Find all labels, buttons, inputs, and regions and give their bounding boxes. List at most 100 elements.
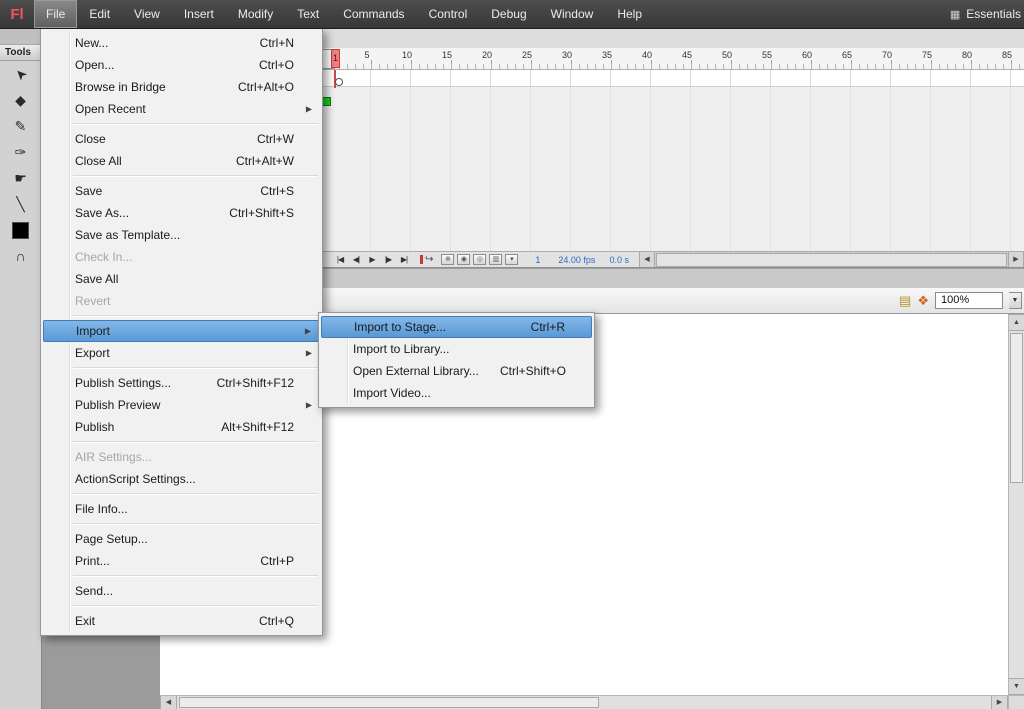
menu-item-label: Publish Preview (75, 398, 161, 412)
menubar-item-commands[interactable]: Commands (331, 0, 416, 28)
go-to-last-frame-button[interactable]: ▶| (396, 255, 412, 264)
menu-separator (73, 367, 318, 369)
vertical-scroll-thumb[interactable] (1010, 333, 1023, 483)
menubar-item-control[interactable]: Control (417, 0, 480, 28)
menu-item-publish[interactable]: Publish Alt+Shift+F12 (43, 416, 320, 438)
menubar-item-text[interactable]: Text (285, 0, 331, 28)
menubar-item-insert[interactable]: Insert (172, 0, 226, 28)
menu-item-close-all[interactable]: Close All Ctrl+Alt+W (43, 150, 320, 172)
menu-item-print[interactable]: Print... Ctrl+P (43, 550, 320, 572)
step-back-button[interactable]: ◀| (348, 255, 364, 264)
vertical-scroll-track[interactable] (1009, 331, 1024, 678)
timeline-scrollbar[interactable]: ◀ ▶ (638, 251, 1024, 267)
scrollbar-corner (1008, 695, 1024, 709)
scroll-up-icon[interactable]: ▲ (1009, 314, 1024, 331)
ruler-number: 70 (881, 50, 893, 60)
fill-color-swatch[interactable] (0, 217, 41, 243)
timeline-scroll-thumb[interactable] (655, 252, 1007, 267)
menu-item-save-as[interactable]: Save As... Ctrl+Shift+S (43, 202, 320, 224)
workspace-switcher[interactable]: ▦ Essentials (950, 0, 1024, 28)
menu-item-import-to-library[interactable]: Import to Library... (321, 338, 592, 360)
edit-symbols-button[interactable]: ❖ (917, 293, 929, 309)
scroll-left-icon[interactable]: ◀ (160, 696, 177, 709)
menu-item-label: Publish Settings... (75, 376, 172, 390)
menu-item-shortcut: Ctrl+Q (258, 614, 294, 628)
zoom-level-input[interactable]: 100% (935, 292, 1003, 309)
menubar-item-debug[interactable]: Debug (479, 0, 538, 28)
current-frame-value[interactable]: 1 (535, 255, 540, 265)
workspace-icon: ▦ (949, 8, 961, 21)
tools-panel: Tools ➤ ◆ ✎ ✑ ☛ ╲ ∩ (0, 28, 42, 709)
onion-skin-outlines-button[interactable]: ◎ (473, 254, 487, 265)
menu-item-open[interactable]: Open... Ctrl+O (43, 54, 320, 76)
empty-keyframe-icon (335, 78, 343, 86)
menu-item-send[interactable]: Send... (43, 580, 320, 602)
timeline-scroll-track[interactable] (654, 251, 1008, 267)
menu-item-label: Save All (75, 272, 119, 286)
snap-tool-icon[interactable]: ∩ (0, 243, 41, 269)
playhead[interactable]: 1 (331, 49, 340, 68)
menu-item-import[interactable]: Import ▶ (43, 320, 320, 342)
menu-item-actionscript-settings[interactable]: ActionScript Settings... (43, 468, 320, 490)
menu-item-page-setup[interactable]: Page Setup... (43, 528, 320, 550)
menu-item-shortcut: Ctrl+O (258, 58, 294, 72)
scroll-left-icon[interactable]: ◀ (638, 251, 655, 267)
tools-panel-grip[interactable] (0, 28, 41, 45)
menu-item-save-as-template[interactable]: Save as Template... (43, 224, 320, 246)
go-to-first-frame-button[interactable]: |◀ (332, 255, 348, 264)
menubar-item-window[interactable]: Window (539, 0, 606, 28)
menubar-item-file[interactable]: File (34, 0, 78, 28)
pencil-tool-icon[interactable]: ✎ (0, 113, 41, 139)
vertical-scrollbar[interactable]: ▲ ▼ (1008, 314, 1024, 695)
layer-color-swatch (322, 97, 331, 106)
hand-tool-icon: ☛ (14, 169, 27, 186)
menu-item-shortcut: Ctrl+N (259, 36, 294, 50)
horizontal-scroll-track[interactable] (177, 696, 991, 709)
menubar-item-modify[interactable]: Modify (226, 0, 285, 28)
ruler-number: 60 (801, 50, 813, 60)
modify-markers-button[interactable]: ▾ (505, 254, 519, 265)
menu-item-close[interactable]: Close Ctrl+W (43, 128, 320, 150)
menu-item-browse-in-bridge[interactable]: Browse in Bridge Ctrl+Alt+O (43, 76, 320, 98)
edit-multiple-frames-button[interactable]: ▥ (489, 254, 503, 265)
menubar-item-view[interactable]: View (122, 0, 172, 28)
brush-tool-icon[interactable]: ✑ (0, 139, 41, 165)
workspace-label: Essentials (966, 7, 1021, 21)
menu-item-publish-settings[interactable]: Publish Settings... Ctrl+Shift+F12 (43, 372, 320, 394)
selection-tool-icon[interactable]: ➤ (0, 61, 41, 87)
ink-bottle-tool-icon[interactable]: ◆ (0, 87, 41, 113)
menu-item-export[interactable]: Export ▶ (43, 342, 320, 364)
scroll-right-icon[interactable]: ▶ (991, 696, 1008, 709)
frame-grid-lines (331, 70, 1024, 86)
zoom-dropdown-button[interactable]: ▼ (1009, 292, 1022, 309)
step-forward-button[interactable]: |▶ (380, 255, 396, 264)
menu-item-open-recent[interactable]: Open Recent ▶ (43, 98, 320, 120)
frame-rate-value[interactable]: 24.00 fps (558, 255, 595, 265)
menu-item-label: Print... (75, 554, 110, 568)
menubar-item-edit[interactable]: Edit (77, 0, 122, 28)
scroll-right-icon[interactable]: ▶ (1008, 251, 1024, 267)
edit-scene-button[interactable]: ▤ (899, 293, 911, 309)
menu-item-new[interactable]: New... Ctrl+N (43, 32, 320, 54)
horizontal-scrollbar[interactable]: ◀ ▶ (160, 695, 1008, 709)
menu-item-publish-preview[interactable]: Publish Preview ▶ (43, 394, 320, 416)
transport-controls: |◀ ◀| ▶ |▶ ▶| (332, 255, 412, 264)
menu-item-open-external-library[interactable]: Open External Library... Ctrl+Shift+O (321, 360, 592, 382)
center-frame-button[interactable]: ⊕ (441, 254, 455, 265)
app-logo[interactable]: Fl (0, 0, 34, 28)
horizontal-scroll-thumb[interactable] (179, 697, 599, 708)
menu-item-save-all[interactable]: Save All (43, 268, 320, 290)
line-tool-icon[interactable]: ╲ (0, 191, 41, 217)
menu-item-exit[interactable]: Exit Ctrl+Q (43, 610, 320, 632)
menubar-item-help[interactable]: Help (605, 0, 654, 28)
elapsed-time-value[interactable]: 0.0 s (609, 255, 629, 265)
onion-skin-button[interactable]: ◉ (457, 254, 471, 265)
menu-item-import-to-stage[interactable]: Import to Stage... Ctrl+R (321, 316, 592, 338)
loop-control[interactable]: ↪ (420, 254, 433, 265)
play-button[interactable]: ▶ (364, 255, 380, 264)
menu-item-import-video[interactable]: Import Video... (321, 382, 592, 404)
hand-tool-icon[interactable]: ☛ (0, 165, 41, 191)
scroll-down-icon[interactable]: ▼ (1009, 678, 1024, 695)
menu-item-save[interactable]: Save Ctrl+S (43, 180, 320, 202)
menu-item-file-info[interactable]: File Info... (43, 498, 320, 520)
